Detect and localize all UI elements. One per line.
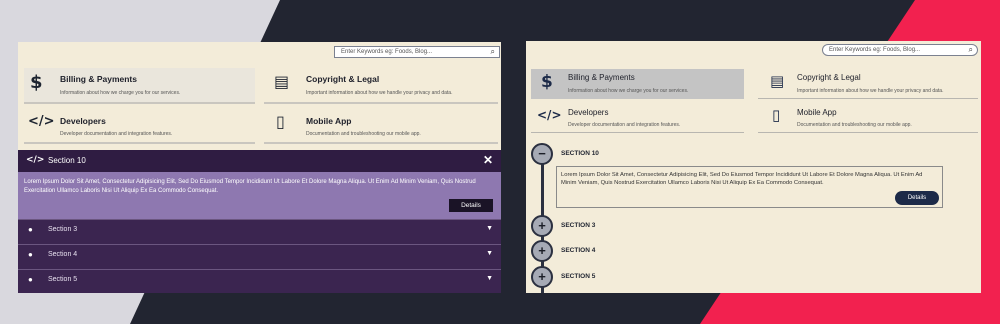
card-title: Copyright & Legal [306, 74, 380, 84]
chevron-down-icon: ▼ [486, 275, 493, 282]
card-title: Developers [568, 108, 609, 117]
accordion-body: Lorem Ipsum Dolor Sit Amet, Consectetur … [18, 172, 501, 219]
card-desc: Developer documentation and integration … [60, 131, 173, 137]
card-title: Developers [60, 116, 106, 126]
card-developers[interactable]: </> Developers Developer documentation a… [531, 103, 744, 133]
card-billing[interactable]: $ Billing & Payments Information about h… [24, 68, 255, 104]
card-title: Billing & Payments [568, 73, 635, 82]
accordion-row-section-4[interactable]: ● Section 4 ▼ [18, 244, 501, 269]
timeline-row-label[interactable]: SECTION 5 [561, 273, 595, 280]
search-input[interactable]: Enter Keywords eg: Foods, Blog... ⌕ [334, 46, 500, 58]
code-icon: </> [28, 114, 55, 129]
accordion-row-label: Section 4 [48, 251, 78, 258]
accordion-row-label: Section 3 [48, 226, 78, 233]
collapse-minus-icon[interactable]: − [531, 143, 553, 165]
chevron-down-icon: ▼ [486, 250, 493, 257]
search-placeholder: Enter Keywords eg: Foods, Blog... [829, 47, 921, 53]
search-icon[interactable]: ⌕ [969, 45, 973, 55]
card-desc: Important information about how we handl… [797, 88, 944, 94]
expand-plus-icon[interactable]: + [531, 240, 553, 262]
apple-icon: ● [28, 250, 33, 259]
code-icon: </> [26, 155, 45, 165]
card-title: Billing & Payments [60, 74, 137, 84]
accordion-row-section-5[interactable]: ● Section 5 ▼ [18, 269, 501, 293]
accordion-row-label: Section 5 [48, 276, 78, 283]
expand-plus-icon[interactable]: + [531, 266, 553, 288]
card-mobile[interactable]: ▯ Mobile App Documentation and troublesh… [758, 103, 978, 133]
search-placeholder: Enter Keywords eg: Foods, Blog... [341, 49, 433, 55]
right-faq-panel: Enter Keywords eg: Foods, Blog... ⌕ $ Bi… [526, 41, 981, 293]
details-button[interactable]: Details [895, 191, 939, 205]
card-desc: Information about how we charge you for … [60, 90, 181, 96]
card-desc: Important information about how we handl… [306, 90, 453, 96]
card-billing[interactable]: $ Billing & Payments Information about h… [531, 69, 744, 99]
search-input[interactable]: Enter Keywords eg: Foods, Blog... ⌕ [822, 44, 978, 56]
expand-plus-icon[interactable]: + [531, 215, 553, 237]
card-copyright[interactable]: ▤ Copyright & Legal Important informatio… [758, 69, 978, 99]
code-icon: </> [537, 108, 562, 122]
copyright-icon: ▤ [770, 72, 785, 90]
card-title: Mobile App [306, 116, 352, 126]
card-desc: Documentation and troubleshooting our mo… [306, 131, 421, 137]
copyright-icon: ▤ [274, 72, 290, 91]
billing-icon: $ [541, 72, 553, 92]
search-icon[interactable]: ⌕ [491, 47, 495, 57]
timeline-open-title: SECTION 10 [561, 150, 599, 157]
card-desc: Developer documentation and integration … [568, 122, 681, 128]
card-title: Copyright & Legal [797, 73, 861, 82]
billing-icon: $ [30, 72, 43, 93]
left-faq-panel: Enter Keywords eg: Foods, Blog... ⌕ $ Bi… [18, 42, 501, 293]
card-mobile[interactable]: ▯ Mobile App Documentation and troublesh… [264, 108, 498, 144]
close-icon[interactable]: ✕ [483, 153, 493, 167]
card-desc: Information about how we charge you for … [568, 88, 689, 94]
accordion-row-section-3[interactable]: ● Section 3 ▼ [18, 219, 501, 244]
chat-icon: ● [28, 225, 33, 234]
card-copyright[interactable]: ▤ Copyright & Legal Important informatio… [264, 68, 498, 104]
accordion-body-text: Lorem Ipsum Dolor Sit Amet, Consectetur … [24, 179, 476, 194]
card-desc: Documentation and troubleshooting our mo… [797, 122, 912, 128]
timeline-row-label[interactable]: SECTION 3 [561, 222, 595, 229]
timeline-body-text: Lorem Ipsum Dolor Sit Amet, Consectetur … [561, 172, 923, 186]
card-title: Mobile App [797, 108, 837, 117]
accordion-title: Section 10 [48, 156, 86, 165]
chevron-down-icon: ▼ [486, 225, 493, 232]
mobile-icon: ▯ [772, 106, 781, 124]
card-developers[interactable]: </> Developers Developer documentation a… [24, 108, 255, 144]
details-button[interactable]: Details [449, 199, 493, 212]
mobile-icon: ▯ [276, 112, 285, 131]
timeline-row-label[interactable]: SECTION 4 [561, 247, 595, 254]
timeline-body-box: Lorem Ipsum Dolor Sit Amet, Consectetur … [556, 166, 943, 208]
accordion-open-header[interactable]: </> Section 10 ✕ [18, 150, 501, 172]
users-icon: ● [28, 275, 33, 284]
